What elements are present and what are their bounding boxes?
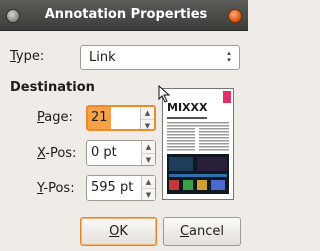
type-label-rest: ype: xyxy=(15,49,45,64)
xpos-decrement-icon[interactable]: ▼ xyxy=(142,153,155,165)
xpos-value[interactable]: 0 pt xyxy=(87,141,121,165)
page-thumbnail-image: MIXXX xyxy=(163,89,233,199)
xpos-label-rest: -Pos: xyxy=(45,146,77,161)
mouse-pointer-icon xyxy=(158,85,171,103)
window-close-dot-icon[interactable] xyxy=(6,9,20,23)
ypos-increment-icon[interactable]: ▲ xyxy=(142,176,155,188)
cancel-button-mnemonic: C xyxy=(179,224,190,239)
ypos-stepper: ▲ ▼ xyxy=(141,176,155,200)
ypos-value[interactable]: 595 pt xyxy=(87,176,137,200)
ypos-label: Y-Pos: xyxy=(37,181,75,196)
xpos-spinbutton[interactable]: 0 pt ▲ ▼ xyxy=(86,140,156,166)
cancel-button[interactable]: Cancel xyxy=(163,217,241,246)
ypos-decrement-icon[interactable]: ▼ xyxy=(142,188,155,200)
preview-title: MIXXX xyxy=(167,101,208,114)
title-bar: Annotation Properties xyxy=(0,0,248,31)
select-updown-icon: ▴ ▾ xyxy=(227,49,231,64)
xpos-label: X-Pos: xyxy=(37,146,76,161)
ypos-spinbutton[interactable]: 595 pt ▲ ▼ xyxy=(86,175,156,201)
ok-button-mnemonic: O xyxy=(109,224,120,239)
page-label-rest: age: xyxy=(44,110,73,125)
cancel-button-rest: ancel xyxy=(189,224,225,239)
page-decrement-icon[interactable]: ▼ xyxy=(141,119,154,131)
xpos-increment-icon[interactable]: ▲ xyxy=(142,141,155,153)
type-select[interactable]: Link ▴ ▾ xyxy=(80,45,240,70)
page-increment-icon[interactable]: ▲ xyxy=(141,107,154,119)
page-preview[interactable]: MIXXX xyxy=(162,88,234,200)
ok-button-rest: K xyxy=(119,224,128,239)
window-title: Annotation Properties xyxy=(44,7,208,22)
destination-heading: Destination xyxy=(10,80,95,95)
page-value[interactable]: 21 xyxy=(88,107,111,129)
page-label: Page: xyxy=(37,110,73,125)
page-spinbutton[interactable]: 21 ▲ ▼ xyxy=(86,105,156,131)
ok-button[interactable]: OK xyxy=(80,217,157,246)
window-maximize-dot-icon[interactable] xyxy=(228,9,242,23)
xpos-stepper: ▲ ▼ xyxy=(141,141,155,165)
page-stepper: ▲ ▼ xyxy=(140,107,154,131)
type-select-value: Link xyxy=(89,50,116,65)
type-label: Type: xyxy=(10,49,44,64)
ypos-label-rest: -Pos: xyxy=(43,181,75,196)
